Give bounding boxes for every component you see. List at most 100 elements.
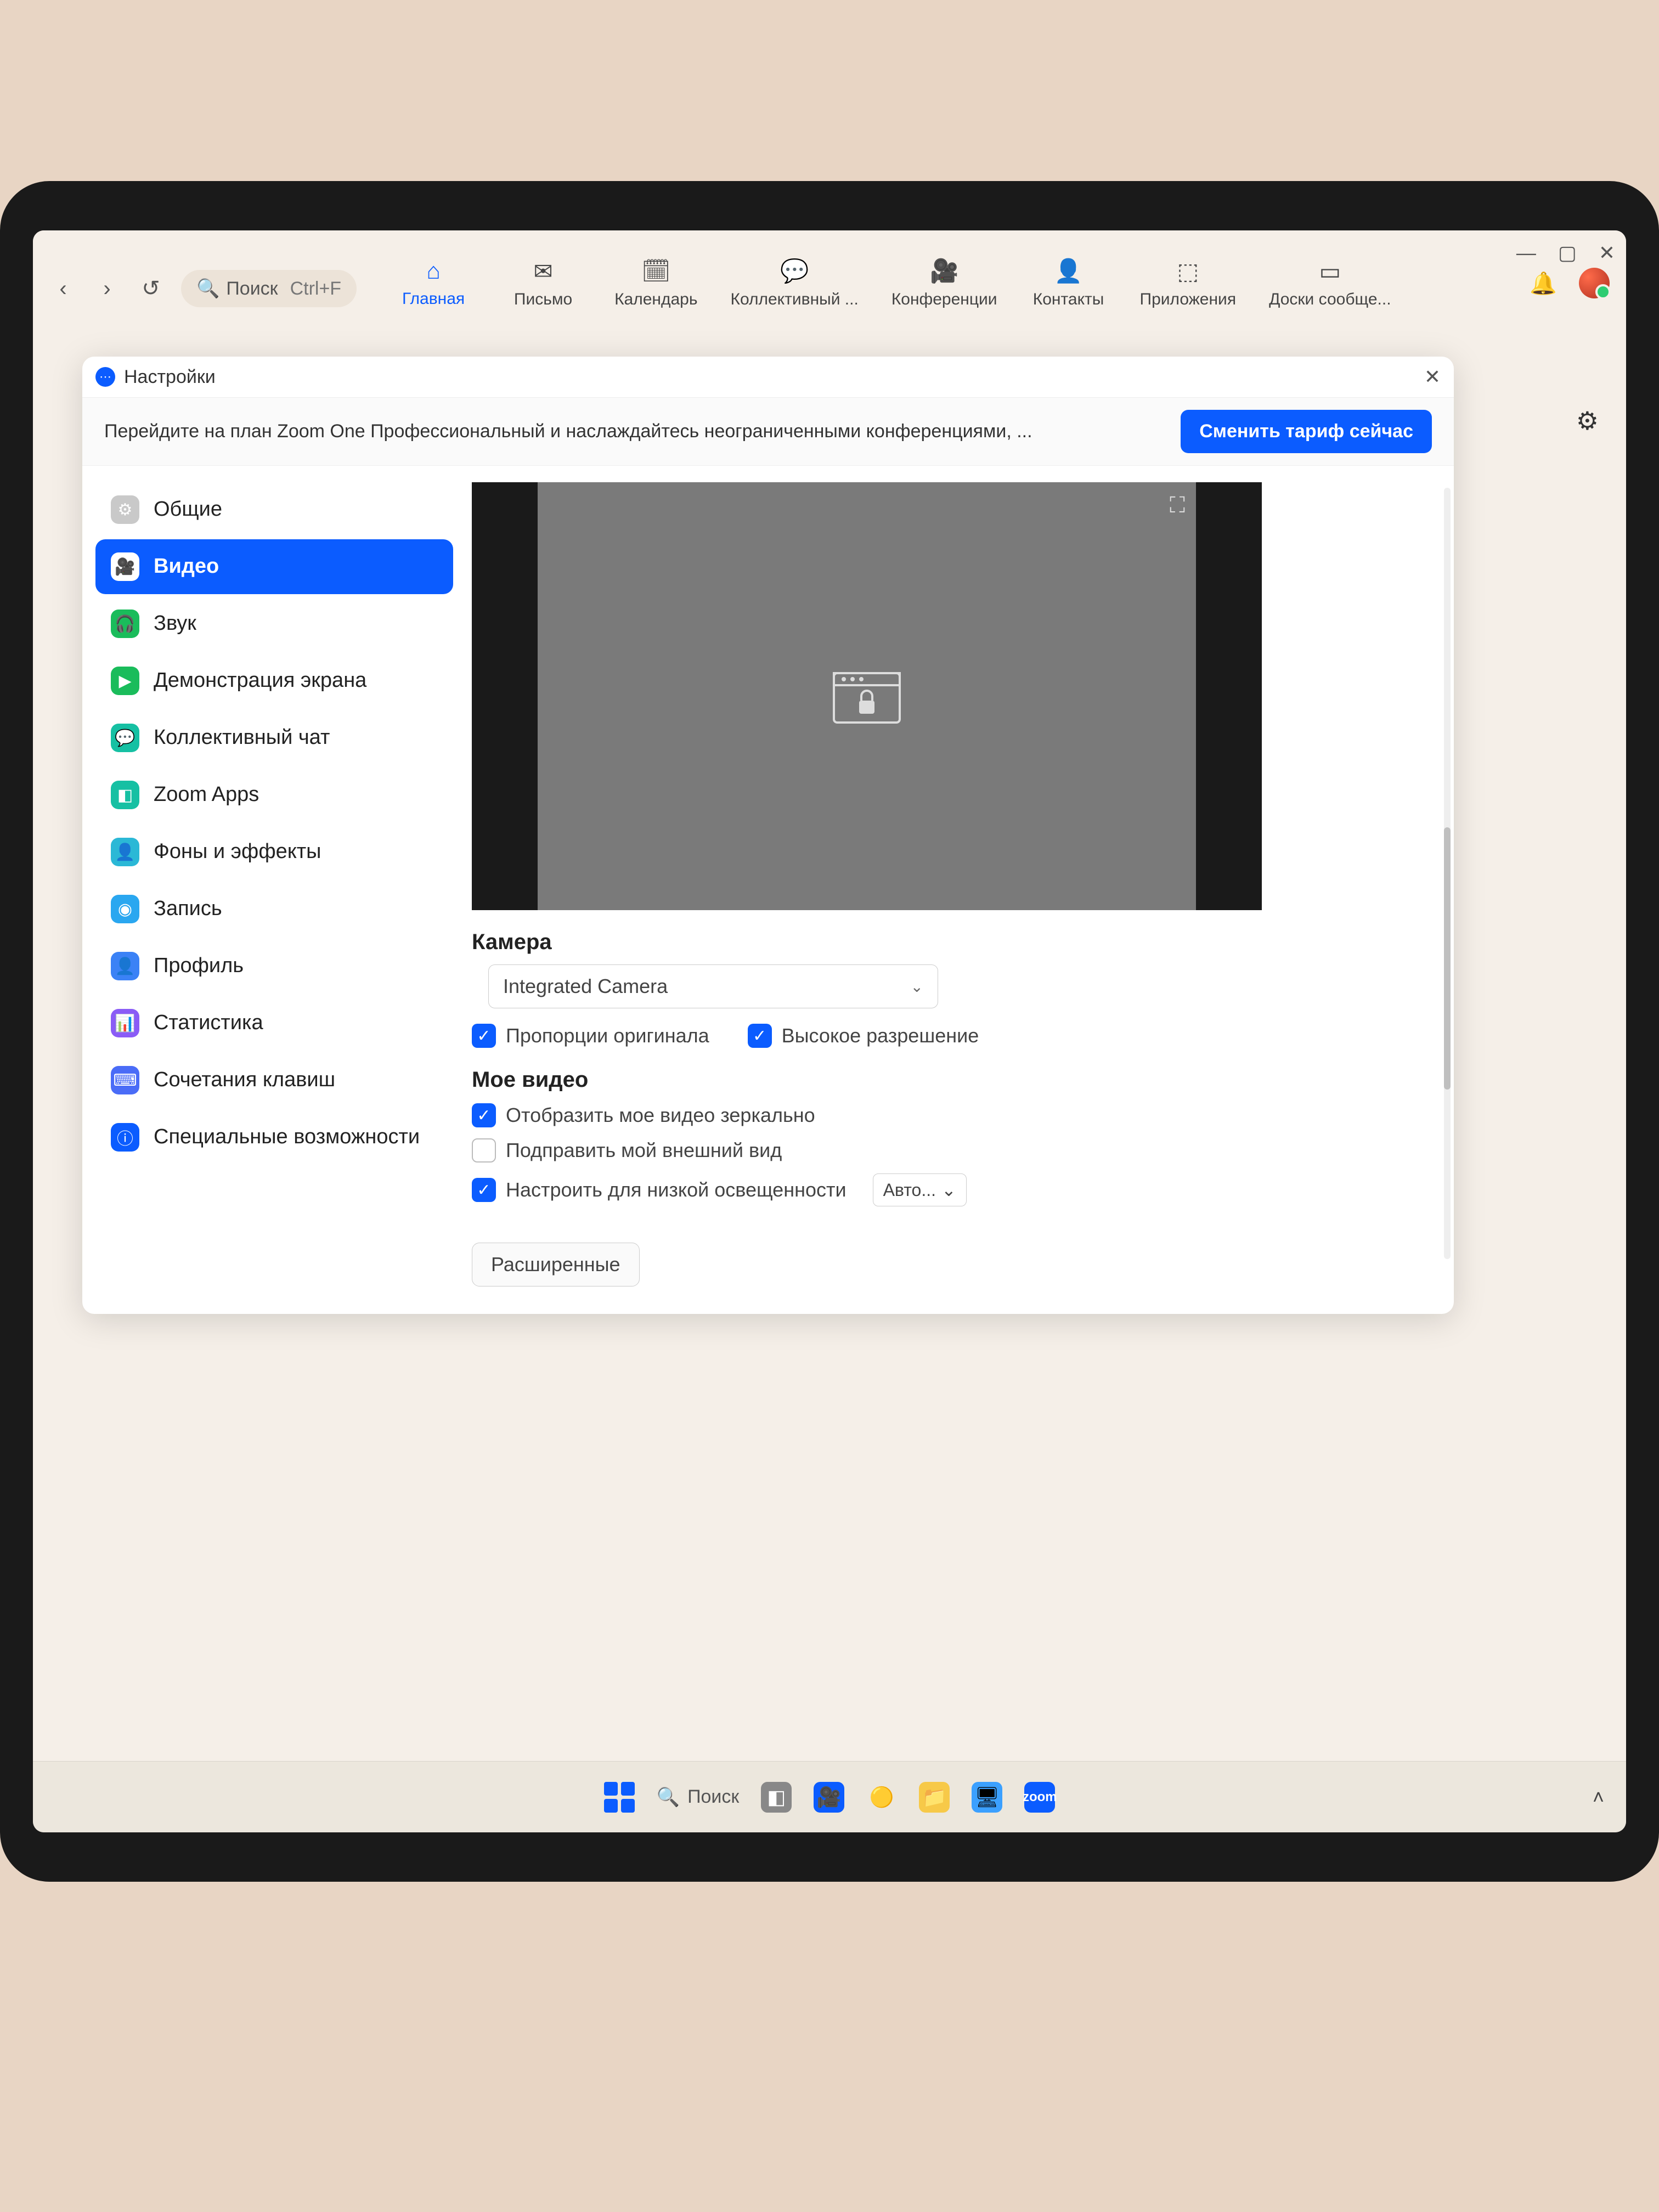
zoom-taskbar-icon[interactable]: zoom <box>1024 1782 1055 1813</box>
calendar-icon: 🗓 <box>641 258 670 285</box>
avatar[interactable] <box>1579 268 1610 298</box>
checkbox-touchup[interactable] <box>472 1138 496 1163</box>
tab-calendar[interactable]: 🗓 Календарь <box>614 258 697 309</box>
checkbox-label: Высокое разрешение <box>782 1024 979 1047</box>
keyboard-icon: ⌨ <box>111 1066 139 1094</box>
screen-share-icon: ▶ <box>111 667 139 695</box>
tab-label: Контакты <box>1033 290 1104 309</box>
record-icon: ◉ <box>111 895 139 923</box>
upgrade-button[interactable]: Сменить тариф сейчас <box>1181 410 1432 453</box>
sidebar-item-screenshare[interactable]: ▶Демонстрация экрана <box>95 653 453 708</box>
tab-contacts[interactable]: 👤 Контакты <box>1030 258 1107 309</box>
gear-icon[interactable]: ⚙ <box>1576 406 1599 436</box>
taskbar-app-icon[interactable]: 🖥 <box>972 1782 1002 1813</box>
search-icon: 🔍 <box>196 278 219 300</box>
apps-icon: ◧ <box>111 781 139 809</box>
chat-icon: 💬 <box>780 258 809 285</box>
search-shortcut: Ctrl+F <box>290 278 342 300</box>
apps-icon: ⬚ <box>1177 258 1199 285</box>
tab-label: Конференции <box>891 290 997 309</box>
advanced-button[interactable]: Расширенные <box>472 1243 640 1286</box>
settings-titlebar: ⋯ Настройки ✕ <box>82 357 1454 398</box>
search-placeholder: Поиск <box>226 278 278 300</box>
sidebar-item-teamchat[interactable]: 💬Коллективный чат <box>95 710 453 765</box>
checkbox-label: Подправить мой внешний вид <box>506 1139 782 1162</box>
tray-expand-icon[interactable]: ˄ <box>1593 1786 1604 1809</box>
stats-icon: 📊 <box>111 1009 139 1037</box>
tab-label: Приложения <box>1140 290 1237 309</box>
scrollbar-thumb[interactable] <box>1444 827 1451 1090</box>
back-button[interactable]: ‹ <box>49 275 77 302</box>
promo-bar: Перейдите на план Zoom One Профессиональ… <box>82 398 1454 466</box>
home-icon: ⌂ <box>426 258 440 284</box>
checkbox-label: Настроить для низкой освещенности <box>506 1178 847 1201</box>
taskbar: 🔍 Поиск ◧ 🎥 🟡 📁 🖥 zoom ˄ <box>33 1761 1626 1832</box>
chrome-icon[interactable]: 🟡 <box>866 1782 897 1813</box>
sidebar-item-general[interactable]: ⚙Общие <box>95 482 453 537</box>
tab-teamchat[interactable]: 💬 Коллективный ... <box>730 258 858 309</box>
sidebar-item-shortcuts[interactable]: ⌨Сочетания клавиш <box>95 1053 453 1108</box>
taskbar-app-icon[interactable]: 🎥 <box>814 1782 844 1813</box>
video-icon: 🎥 <box>930 258 958 285</box>
history-button[interactable]: ↺ <box>137 275 165 302</box>
taskview-icon[interactable]: ◧ <box>761 1782 792 1813</box>
sidebar-item-accessibility[interactable]: ⓘСпециальные возможности <box>95 1110 453 1165</box>
camera-section-title: Камера <box>472 930 1426 955</box>
window-controls: — ▢ ✕ <box>1516 241 1615 264</box>
lock-icon <box>828 662 905 731</box>
explorer-icon[interactable]: 📁 <box>919 1782 950 1813</box>
sidebar-item-statistics[interactable]: 📊Статистика <box>95 996 453 1051</box>
tab-label: Письмо <box>514 290 572 309</box>
tab-whiteboards[interactable]: ▭ Доски сообще... <box>1269 258 1391 309</box>
main-toolbar: ‹ › ↺ 🔍 Поиск Ctrl+F ⌂ Главная ✉ Письмо <box>33 230 1626 320</box>
tab-label: Главная <box>402 290 465 308</box>
tab-meetings[interactable]: 🎥 Конференции <box>891 258 997 309</box>
scrollbar[interactable] <box>1444 488 1451 1259</box>
checkbox-label: Пропорции оригинала <box>506 1024 709 1047</box>
lowlight-mode-value: Авто... <box>883 1180 936 1200</box>
search-input[interactable]: 🔍 Поиск Ctrl+F <box>181 270 357 307</box>
sidebar-item-backgrounds[interactable]: 👤Фоны и эффекты <box>95 825 453 879</box>
mail-icon: ✉ <box>533 258 552 285</box>
tab-label: Коллективный ... <box>730 290 858 309</box>
close-icon[interactable]: ✕ <box>1599 241 1615 264</box>
sidebar-item-video[interactable]: 🎥Видео <box>95 539 453 594</box>
settings-content: ⛶ Камера Integrated Camera ⌄ ✓ Пропорц <box>466 466 1454 1314</box>
expand-icon[interactable]: ⛶ <box>1170 493 1185 518</box>
maximize-icon[interactable]: ▢ <box>1558 241 1577 264</box>
tab-label: Календарь <box>614 290 697 309</box>
tab-apps[interactable]: ⬚ Приложения <box>1140 258 1237 309</box>
start-button[interactable] <box>604 1782 635 1813</box>
tab-mail[interactable]: ✉ Письмо <box>505 258 582 309</box>
sidebar-item-zoomapps[interactable]: ◧Zoom Apps <box>95 768 453 822</box>
checkbox-lowlight[interactable]: ✓ <box>472 1178 496 1202</box>
checkbox-original-ratio[interactable]: ✓ <box>472 1024 496 1048</box>
checkbox-mirror-video[interactable]: ✓ <box>472 1103 496 1127</box>
promo-text: Перейдите на план Zoom One Профессиональ… <box>104 421 1032 442</box>
contacts-icon: 👤 <box>1054 258 1082 285</box>
settings-title: Настройки <box>124 366 216 388</box>
video-icon: 🎥 <box>111 552 139 581</box>
video-preview: ⛶ <box>472 482 1262 910</box>
lowlight-mode-select[interactable]: Авто... ⌄ <box>873 1173 967 1206</box>
sidebar-item-audio[interactable]: 🎧Звук <box>95 596 453 651</box>
minimize-icon[interactable]: — <box>1516 241 1536 264</box>
tab-label: Доски сообще... <box>1269 290 1391 309</box>
checkbox-high-resolution[interactable]: ✓ <box>748 1024 772 1048</box>
taskbar-search[interactable]: 🔍 Поиск <box>657 1786 740 1808</box>
taskbar-search-label: Поиск <box>687 1786 739 1808</box>
camera-selected-value: Integrated Camera <box>503 975 668 998</box>
camera-select[interactable]: Integrated Camera ⌄ <box>488 964 938 1008</box>
forward-button[interactable]: › <box>93 275 121 302</box>
sidebar-item-profile[interactable]: 👤Профиль <box>95 939 453 994</box>
settings-window: ⋯ Настройки ✕ Перейдите на план Zoom One… <box>82 357 1454 1314</box>
accessibility-icon: ⓘ <box>111 1123 139 1152</box>
background-icon: 👤 <box>111 838 139 866</box>
close-icon[interactable]: ✕ <box>1424 365 1441 388</box>
notifications-icon[interactable]: 🔔 <box>1530 270 1557 296</box>
headset-icon: 🎧 <box>111 610 139 638</box>
sidebar-item-recording[interactable]: ◉Запись <box>95 882 453 936</box>
tab-home[interactable]: ⌂ Главная <box>395 258 472 309</box>
search-icon: 🔍 <box>657 1786 680 1808</box>
checkbox-label: Отобразить мое видео зеркально <box>506 1104 815 1127</box>
